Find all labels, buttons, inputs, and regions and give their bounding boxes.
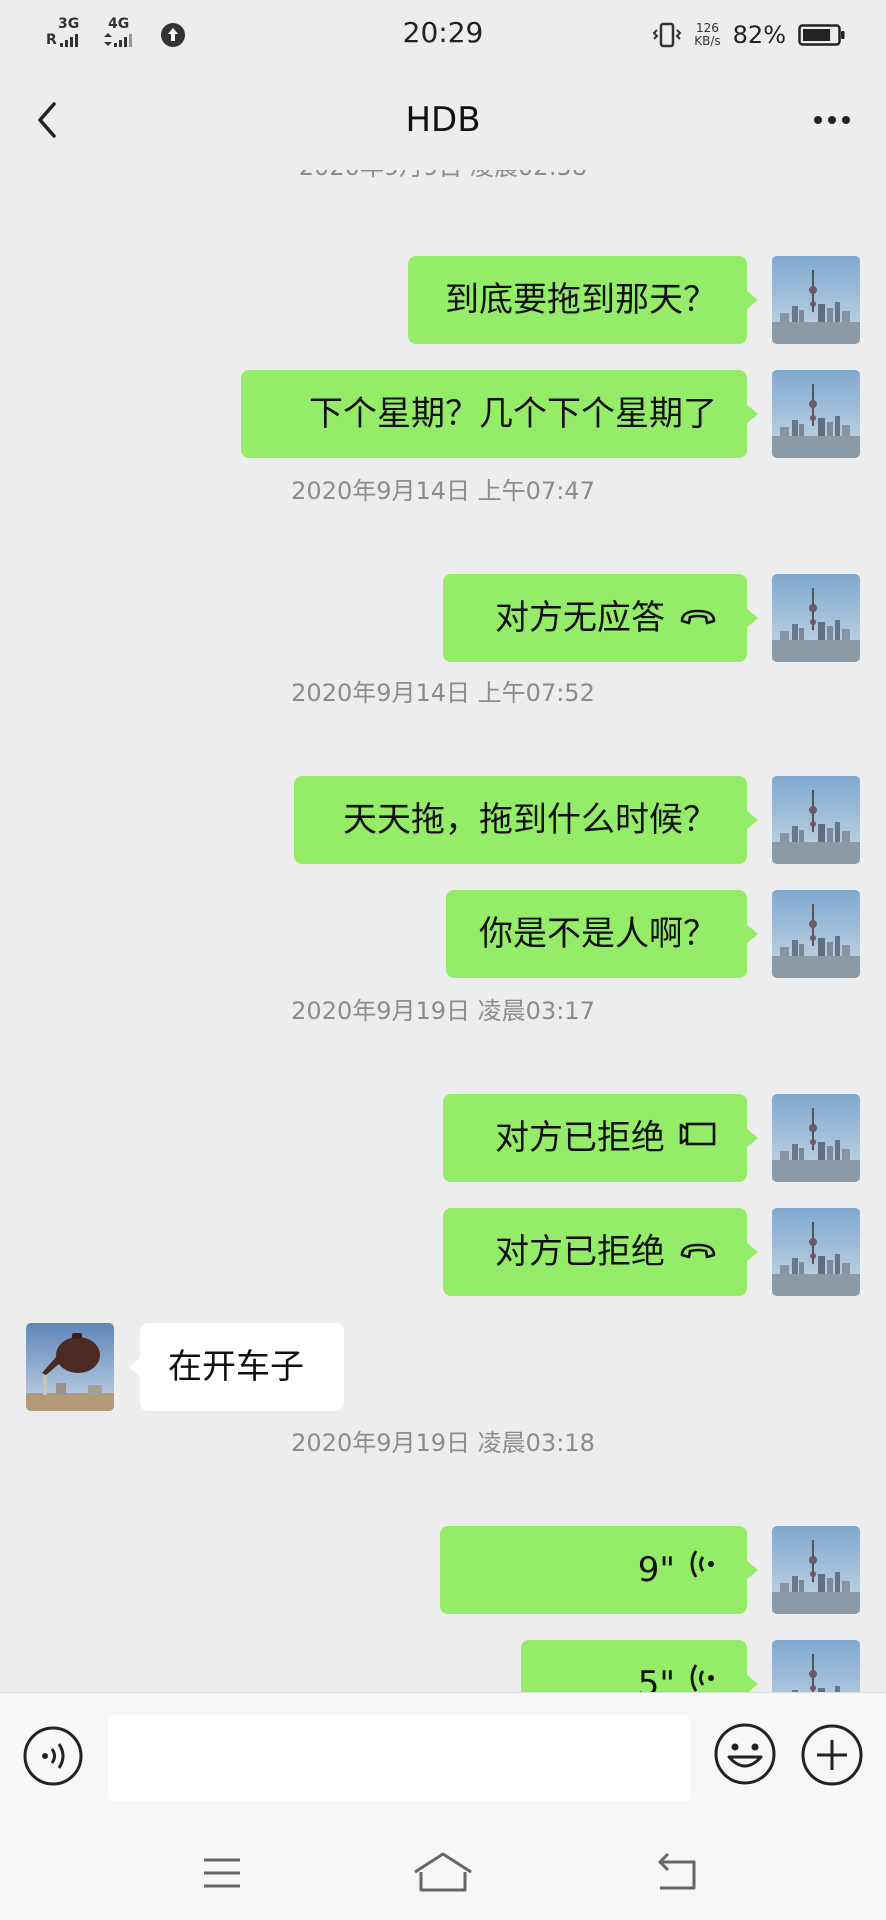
message-input[interactable] <box>108 1715 690 1801</box>
voice-duration: 9" <box>637 1550 675 1590</box>
my-avatar[interactable] <box>772 1526 860 1614</box>
system-nav-bar <box>0 1820 886 1920</box>
my-avatar[interactable] <box>772 776 860 864</box>
status-bar: 3G 4G R 20:29 126 KB/s 82% <box>0 0 886 70</box>
menu-icon[interactable] <box>182 1848 262 1898</box>
call-record-bubble[interactable]: 对方已拒绝 <box>443 1208 758 1296</box>
voice-wave-icon <box>689 1526 717 1614</box>
message-text: 你是不是人啊？ <box>479 914 717 954</box>
voice-message-bubble[interactable]: 9" <box>440 1526 758 1614</box>
message-text: 在开车子 <box>168 1347 304 1387</box>
input-bar <box>0 1692 886 1821</box>
net-speed: 126 KB/s <box>694 22 720 48</box>
message-bubble[interactable]: 下个星期？几个下个星期了 <box>241 370 758 458</box>
home-icon[interactable] <box>403 1848 483 1898</box>
call-record-bubble[interactable]: 对方无应答 <box>443 574 758 662</box>
chat-header: HDB <box>0 70 886 170</box>
message-bubble[interactable]: 到底要拖到那天？ <box>408 256 758 344</box>
voice-message-bubble[interactable]: 5" <box>521 1640 758 1692</box>
message-timestamp: 2020年9月19日 凌晨03:18 <box>291 1429 595 1457</box>
voice-wave-icon <box>689 1640 717 1692</box>
more-icon[interactable] <box>800 92 864 148</box>
message-text: 对方已拒绝 <box>495 1232 665 1272</box>
battery-percent: 82% <box>732 21 786 49</box>
message-text: 下个星期？几个下个星期了 <box>309 394 717 434</box>
message-bubble[interactable]: 天天拖，拖到什么时候？ <box>294 776 758 864</box>
my-avatar[interactable] <box>772 1094 860 1182</box>
message-timestamp: 2020年9月14日 上午07:52 <box>291 679 595 707</box>
my-avatar[interactable] <box>772 890 860 978</box>
message-timestamp: 2020年9月9日 凌晨02:58 <box>0 170 886 182</box>
voice-duration: 5" <box>637 1664 675 1692</box>
phone-hangup-icon <box>679 1208 717 1296</box>
emoji-icon[interactable] <box>712 1721 778 1787</box>
battery-icon <box>798 24 845 46</box>
message-text: 对方已拒绝 <box>495 1118 665 1158</box>
message-bubble[interactable]: 你是不是人啊？ <box>446 890 758 978</box>
my-avatar[interactable] <box>772 256 860 344</box>
message-text: 天天拖，拖到什么时候？ <box>343 800 717 840</box>
contact-avatar[interactable] <box>26 1323 114 1411</box>
my-avatar[interactable] <box>772 574 860 662</box>
my-avatar[interactable] <box>772 1208 860 1296</box>
message-text: 对方无应答 <box>495 598 665 638</box>
voice-input-icon[interactable] <box>22 1725 84 1787</box>
message-text: 到底要拖到那天？ <box>445 280 717 320</box>
chat-title: HDB <box>405 100 481 140</box>
plus-icon[interactable] <box>800 1723 864 1787</box>
phone-hangup-icon <box>679 574 717 662</box>
vibrate-icon <box>652 22 682 48</box>
net-speed-unit: KB/s <box>694 34 721 48</box>
video-call-icon <box>679 1094 717 1182</box>
message-timestamp: 2020年9月19日 凌晨03:17 <box>291 997 595 1025</box>
my-avatar[interactable] <box>772 1640 860 1692</box>
chat-message-list[interactable]: 2020年9月9日 凌晨02:58 到底要拖到那天？ 下个星期？几个下个星期了 202… <box>0 170 886 1692</box>
back-icon[interactable] <box>636 1848 716 1898</box>
my-avatar[interactable] <box>772 370 860 458</box>
status-right: 126 KB/s 82% <box>652 18 846 52</box>
message-bubble[interactable]: 在开车子 <box>129 1323 344 1411</box>
message-timestamp: 2020年9月14日 上午07:47 <box>291 477 595 505</box>
call-record-bubble[interactable]: 对方已拒绝 <box>443 1094 758 1182</box>
